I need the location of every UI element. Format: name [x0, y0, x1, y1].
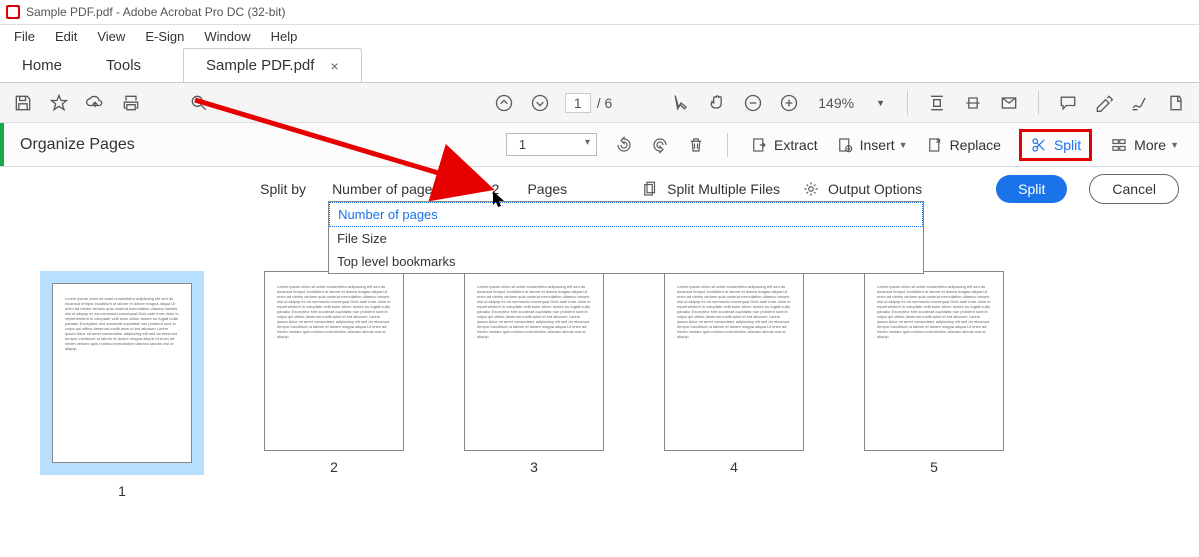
page-thumbnail: Lorem ipsum dolor sit amet consectetur a…: [864, 271, 1004, 451]
current-page-input[interactable]: 1: [565, 93, 591, 113]
separator: [727, 133, 728, 157]
page-down-icon[interactable]: [529, 92, 551, 114]
zoom-level[interactable]: 149%: [814, 95, 858, 111]
titlebar: Sample PDF.pdf - Adobe Acrobat Pro DC (3…: [0, 0, 1199, 25]
output-options-button[interactable]: Output Options: [802, 180, 922, 198]
page-thumbnail: Lorem ipsum dolor sit amet consectetur a…: [664, 271, 804, 451]
splitby-dropdown-list: Number of pages File Size Top level book…: [328, 201, 924, 274]
stamp-icon[interactable]: [1165, 92, 1187, 114]
zoom-caret-icon[interactable]: ▼: [872, 98, 889, 108]
tabbar: Home Tools Sample PDF.pdf ×: [0, 47, 1199, 83]
sign-icon[interactable]: [1129, 92, 1151, 114]
separator: [907, 91, 908, 115]
zoom-in-icon[interactable]: [778, 92, 800, 114]
hand-icon[interactable]: [706, 92, 728, 114]
replace-button[interactable]: Replace: [926, 136, 1001, 154]
tab-tools[interactable]: Tools: [84, 49, 163, 82]
menu-file[interactable]: File: [6, 27, 43, 46]
thumb-4[interactable]: Lorem ipsum dolor sit amet consectetur a…: [664, 271, 804, 499]
read-mode-icon[interactable]: [998, 92, 1020, 114]
menu-edit[interactable]: Edit: [47, 27, 85, 46]
page-thumbnail: Lorem ipsum dolor sit amet consectetur a…: [464, 271, 604, 451]
thumb-3[interactable]: Lorem ipsum dolor sit amet consectetur a…: [464, 271, 604, 499]
split-options-row: Split by Number of pages Number of pages…: [0, 167, 1199, 211]
star-icon[interactable]: [48, 92, 70, 114]
tab-close-icon[interactable]: ×: [330, 58, 338, 74]
total-pages: / 6: [597, 95, 613, 111]
menubar: File Edit View E-Sign Window Help: [0, 25, 1199, 47]
main-toolbar: 1 / 6 149% ▼: [0, 83, 1199, 123]
cursor-icon: [492, 190, 506, 208]
cancel-button[interactable]: Cancel: [1089, 174, 1179, 204]
fit-width-icon[interactable]: [926, 92, 948, 114]
thumb-1[interactable]: Lorem ipsum dolor sit amet consectetur a…: [40, 271, 204, 499]
thumb-number: 4: [730, 459, 738, 475]
menu-esign[interactable]: E-Sign: [137, 27, 192, 46]
thumb-number: 2: [330, 459, 338, 475]
split-action-button[interactable]: Split: [996, 175, 1067, 203]
page-thumbnail: Lorem ipsum dolor sit amet consectetur a…: [52, 283, 192, 463]
thumb-number: 5: [930, 459, 938, 475]
delete-button[interactable]: [687, 136, 705, 154]
split-button[interactable]: Split: [1030, 136, 1081, 154]
split-multiple-button[interactable]: Split Multiple Files: [641, 180, 780, 198]
zoom-out-icon[interactable]: [742, 92, 764, 114]
menu-window[interactable]: Window: [196, 27, 258, 46]
tab-home[interactable]: Home: [0, 49, 84, 82]
split-button-highlight: Split: [1019, 129, 1092, 161]
save-icon[interactable]: [12, 92, 34, 114]
separator: [1038, 91, 1039, 115]
menu-view[interactable]: View: [89, 27, 133, 46]
tab-document[interactable]: Sample PDF.pdf ×: [183, 48, 362, 82]
print-icon[interactable]: [120, 92, 142, 114]
extract-button[interactable]: Extract: [750, 136, 818, 154]
window-title: Sample PDF.pdf - Adobe Acrobat Pro DC (3…: [26, 5, 285, 19]
rotate-ccw-button[interactable]: [615, 136, 633, 154]
highlight-icon[interactable]: [1093, 92, 1115, 114]
pages-label: Pages: [527, 181, 567, 197]
fit-page-icon[interactable]: [962, 92, 984, 114]
thumb-number: 1: [118, 483, 126, 499]
cloud-icon[interactable]: [84, 92, 106, 114]
annotation-arrow: [190, 95, 500, 205]
dropdown-option-bookmarks[interactable]: Top level bookmarks: [329, 250, 923, 273]
acrobat-icon: [6, 5, 20, 19]
page-thumbnail: Lorem ipsum dolor sit amet consectetur a…: [264, 271, 404, 451]
thumb-5[interactable]: Lorem ipsum dolor sit amet consectetur a…: [864, 271, 1004, 499]
dropdown-option-filesize[interactable]: File Size: [329, 227, 923, 250]
page-range-select[interactable]: 1: [506, 133, 597, 156]
menu-help[interactable]: Help: [263, 27, 306, 46]
organize-panel-bar: Organize Pages 1 Extract Insert▼ Replace…: [0, 123, 1199, 167]
dropdown-option-pages[interactable]: Number of pages: [329, 202, 923, 227]
insert-button[interactable]: Insert▼: [836, 136, 908, 154]
thumb-2[interactable]: Lorem ipsum dolor sit amet consectetur a…: [264, 271, 404, 499]
selection-icon[interactable]: [670, 92, 692, 114]
comment-icon[interactable]: [1057, 92, 1079, 114]
rotate-cw-button[interactable]: [651, 136, 669, 154]
panel-title: Organize Pages: [4, 136, 151, 154]
tab-document-label: Sample PDF.pdf: [206, 57, 314, 74]
more-button[interactable]: More▼: [1110, 136, 1179, 154]
page-indicator: 1 / 6: [565, 93, 612, 113]
thumb-number: 3: [530, 459, 538, 475]
